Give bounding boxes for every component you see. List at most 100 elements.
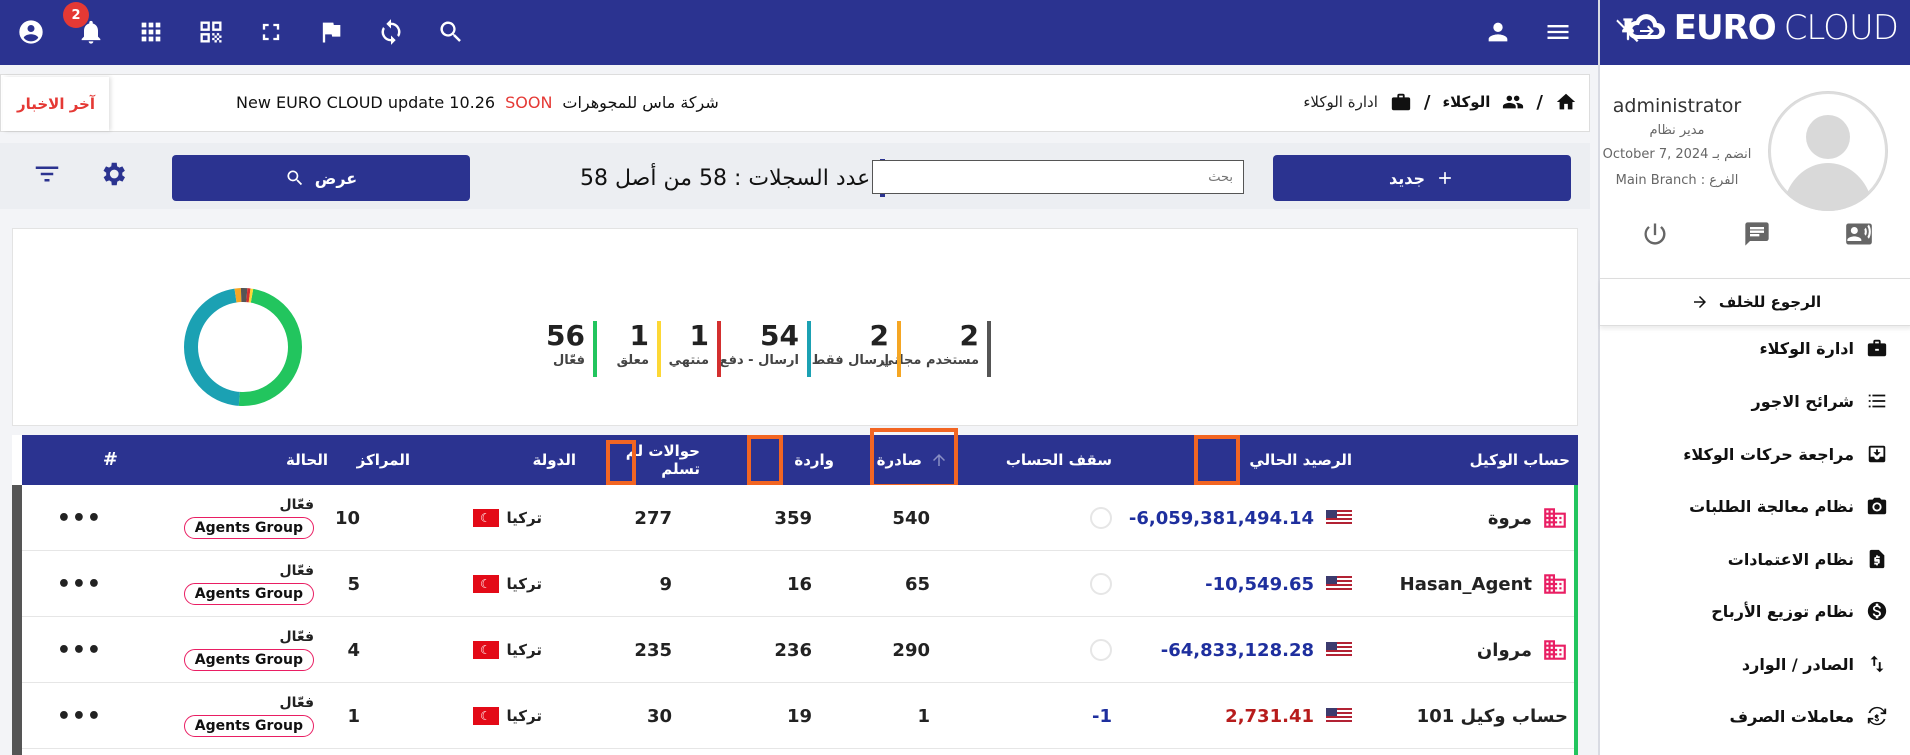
stat-value: 2 (869, 319, 889, 352)
fullscreen-icon[interactable] (253, 14, 289, 50)
search-icon (287, 170, 302, 186)
stat-5: 56 فعّال (546, 321, 597, 377)
balance-cell: -6,059,381,494.14 (1112, 485, 1352, 551)
stat-label: فعّال (552, 353, 585, 368)
sidebar-item-fee-tiers[interactable]: شرائح الاجور (1752, 390, 1888, 412)
sidebar-item-profit-distribution[interactable]: نظام توزيع الأرباح (1711, 600, 1888, 622)
avatar[interactable] (1768, 91, 1888, 211)
camera-icon (1867, 497, 1887, 515)
row-accent-right (1574, 485, 1578, 755)
col-limit[interactable]: سقف الحساب (992, 435, 1112, 485)
more-actions-button[interactable]: ••• (57, 683, 102, 749)
stat-2: 54 ارسال - دفع (720, 321, 811, 377)
sidebar-item-approvals[interactable]: نظام الاعتمادات (1728, 548, 1888, 570)
table-row[interactable]: حساب وكيل 101 2,731.41 -1 1 19 30 ☾ تركيا 1 فعّال… (22, 683, 1578, 749)
incoming-cell: 236 (774, 639, 812, 661)
menu-icon[interactable] (1540, 14, 1576, 50)
user-branch: Main Branch : الفرع (1615, 173, 1739, 188)
power-icon[interactable] (1638, 217, 1672, 251)
search-icon[interactable] (433, 14, 469, 50)
stat-4: 1 معلق (617, 321, 661, 377)
view-button[interactable]: عرض (172, 155, 470, 201)
building-icon (1544, 640, 1566, 660)
more-actions-button[interactable]: ••• (57, 485, 102, 551)
col-country[interactable]: الدولة (476, 435, 577, 485)
toolbar: عرض عدد السجلات : 58 من أصل 58 جديد (0, 143, 1590, 209)
agent-cell[interactable]: مروة (1348, 485, 1568, 551)
gear-icon[interactable] (98, 159, 132, 193)
unreceived-cell: 277 (634, 507, 672, 529)
breadcrumb-current: ادارة الوكلاء (1303, 93, 1378, 111)
sidebar: EURO CLOUD administrator مدير نظام Octobe… (1598, 0, 1910, 755)
news-tag[interactable]: آخر الاخبار (3, 77, 109, 131)
table-row[interactable]: مروان -64,833,128.28 290 236 235 ☾ تركيا 4 فعّال… (22, 617, 1578, 683)
stat-value: 54 (760, 319, 799, 352)
sidebar-item-agents-management[interactable]: ادارة الوكلاء (1759, 337, 1888, 359)
status-cell: فعّال Agents Group (154, 617, 314, 683)
highlight-incoming-filter[interactable] (747, 435, 783, 485)
breadcrumb-separator: / (1536, 91, 1543, 113)
more-actions-button[interactable]: ••• (57, 551, 102, 617)
search-input[interactable] (872, 160, 1244, 194)
unreceived-cell: 235 (634, 639, 672, 661)
table-row[interactable]: Hasan_Agent -10,549.65 65 16 9 ☾ تركيا 5 فعّال Ag… (22, 551, 1578, 617)
limit-cell: -1 (1092, 705, 1112, 727)
country-cell: ☾ تركيا (422, 485, 542, 551)
sidebar-item-agent-movements[interactable]: مراجعة حركات الوكلاء (1683, 443, 1888, 465)
group-badge[interactable]: Agents Group (183, 715, 314, 737)
col-hash: # (102, 449, 118, 470)
outgoing-cell: 540 (892, 507, 930, 529)
person-icon[interactable] (1480, 14, 1516, 50)
arrow-right-icon (1693, 296, 1706, 308)
loading-spinner-icon (1090, 507, 1112, 529)
home-icon[interactable] (1555, 91, 1577, 113)
turkey-flag-icon: ☾ (472, 575, 499, 593)
profile-card: administrator مدير نظام October 7, 2024 … (1600, 85, 1910, 285)
flag-icon[interactable] (313, 14, 349, 50)
agent-cell[interactable]: مروان (1348, 617, 1568, 683)
group-badge[interactable]: Agents Group (183, 583, 314, 605)
building-icon (1544, 574, 1566, 594)
breadcrumb-agents[interactable]: الوكلاء (1442, 93, 1490, 111)
donut-segment-0 (184, 288, 302, 406)
table-row[interactable]: مروة -6,059,381,494.14 540 359 277 ☾ تركيا 10 فع… (22, 485, 1578, 551)
highlight-unreceived-filter[interactable] (606, 440, 636, 485)
turkey-flag-icon: ☾ (472, 707, 499, 725)
notification-badge: 2 (63, 2, 89, 28)
outgoing-cell: 65 (904, 573, 930, 595)
sidebar-item-requests-system[interactable]: نظام معالجة الطلبات (1689, 495, 1888, 517)
col-centers[interactable]: المراكز (330, 435, 410, 485)
sidebar-item-exchange[interactable]: معاملات الصرف (1730, 705, 1888, 727)
col-status[interactable]: الحالة (228, 435, 328, 485)
sync-icon[interactable] (373, 14, 409, 50)
donut-segment-5 (184, 288, 302, 406)
col-agent[interactable]: حساب الوكيل (1450, 435, 1570, 485)
stat-label: ارسال فقط (811, 353, 889, 368)
highlight-outgoing-sort[interactable] (870, 428, 958, 488)
stat-3: 1 منتهي (669, 321, 721, 377)
group-badge[interactable]: Agents Group (183, 649, 314, 671)
apps-icon[interactable] (133, 14, 169, 50)
group-badge[interactable]: Agents Group (183, 517, 314, 539)
filter-icon[interactable] (32, 159, 66, 193)
breadcrumb-separator: / (1423, 91, 1431, 113)
stat-value: 1 (629, 319, 649, 352)
qr-icon[interactable] (193, 14, 229, 50)
highlight-balance-filter[interactable] (1194, 435, 1240, 485)
join-date: October 7, 2024 انضم بـ (1602, 147, 1752, 162)
currency-exchange-icon (1867, 706, 1887, 726)
agent-cell[interactable]: حساب وكيل 101 (1348, 683, 1568, 749)
sidebar-header: EURO CLOUD (1600, 0, 1910, 65)
contact-card-icon[interactable] (1842, 217, 1876, 251)
more-actions-button[interactable]: ••• (57, 617, 102, 683)
incoming-cell: 16 (786, 573, 812, 595)
message-icon[interactable] (1740, 217, 1774, 251)
user-role: مدير نظام (1649, 123, 1705, 138)
back-button[interactable]: الرجوع للخلف (1600, 278, 1910, 326)
stat-1: 2 ارسال فقط (812, 321, 901, 377)
account-icon[interactable] (13, 14, 49, 50)
sidebar-item-outgoing-incoming[interactable]: الصادر / الوارد (1742, 653, 1888, 675)
agent-cell[interactable]: Hasan_Agent (1348, 551, 1568, 617)
new-button[interactable]: جديد (1273, 155, 1571, 201)
swap-vertical-icon (1870, 655, 1884, 673)
